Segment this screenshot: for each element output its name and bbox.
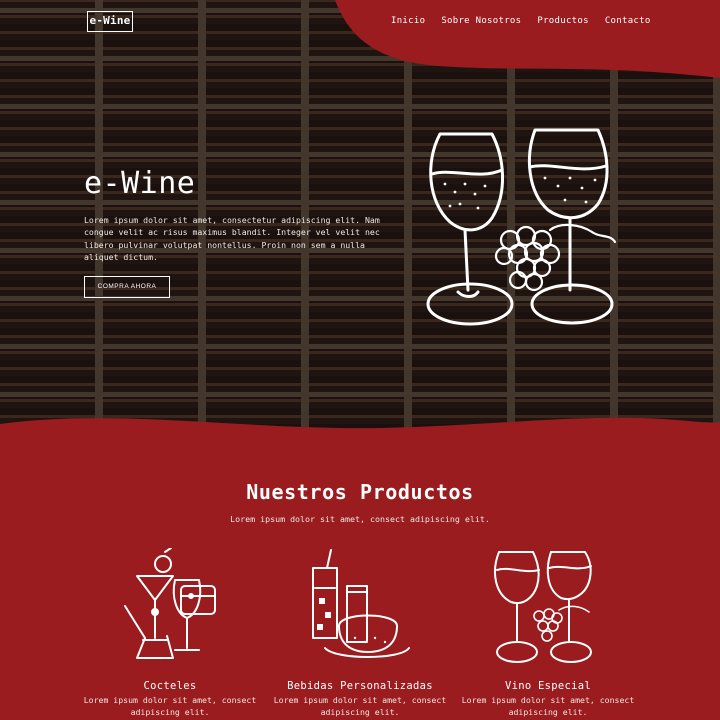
- product-description: Lorem ipsum dolor sit amet, consect adip…: [461, 695, 635, 717]
- nav-item-sobre-nosotros[interactable]: Sobre Nosotros: [441, 16, 521, 26]
- product-description: Lorem ipsum dolor sit amet, consect adip…: [83, 695, 257, 717]
- product-title: Cocteles: [143, 680, 197, 692]
- hero-title: e-Wine: [84, 166, 196, 201]
- custom-drinks-icon: [312, 549, 410, 658]
- product-title: Bebidas Personalizadas: [287, 680, 433, 692]
- cocktails-icon: [124, 548, 216, 659]
- wine-glasses-grapes-icon: [426, 128, 617, 326]
- main-nav: Inicio Sobre Nosotros Productos Contacto: [391, 16, 651, 26]
- products-subtitle: Lorem ipsum dolor sit amet, consect adip…: [230, 514, 490, 524]
- section-divider-wave: [0, 417, 720, 448]
- logo[interactable]: e-Wine: [87, 11, 133, 32]
- products-title: Nuestros Productos: [246, 480, 474, 504]
- product-card-vino-especial[interactable]: Vino Especial Lorem ipsum dolor sit amet…: [448, 548, 648, 718]
- wine-glasses-icon: [494, 551, 592, 663]
- hero-section: e-Wine Inicio Sobre Nosotros Productos C…: [0, 0, 720, 440]
- hero-description: Lorem ipsum dolor sit amet, consectetur …: [84, 215, 380, 262]
- nav-item-inicio[interactable]: Inicio: [391, 16, 425, 26]
- product-description: Lorem ipsum dolor sit amet, consect adip…: [273, 695, 447, 717]
- nav-item-productos[interactable]: Productos: [537, 16, 588, 26]
- product-title: Vino Especial: [504, 680, 592, 692]
- product-card-bebidas-personalizadas[interactable]: Bebidas Personalizadas Lorem ipsum dolor…: [260, 548, 460, 718]
- product-card-cocteles[interactable]: Cocteles Lorem ipsum dolor sit amet, con…: [70, 548, 270, 718]
- buy-now-button[interactable]: COMPRA AHORA: [84, 276, 170, 298]
- nav-item-contacto[interactable]: Contacto: [605, 16, 651, 26]
